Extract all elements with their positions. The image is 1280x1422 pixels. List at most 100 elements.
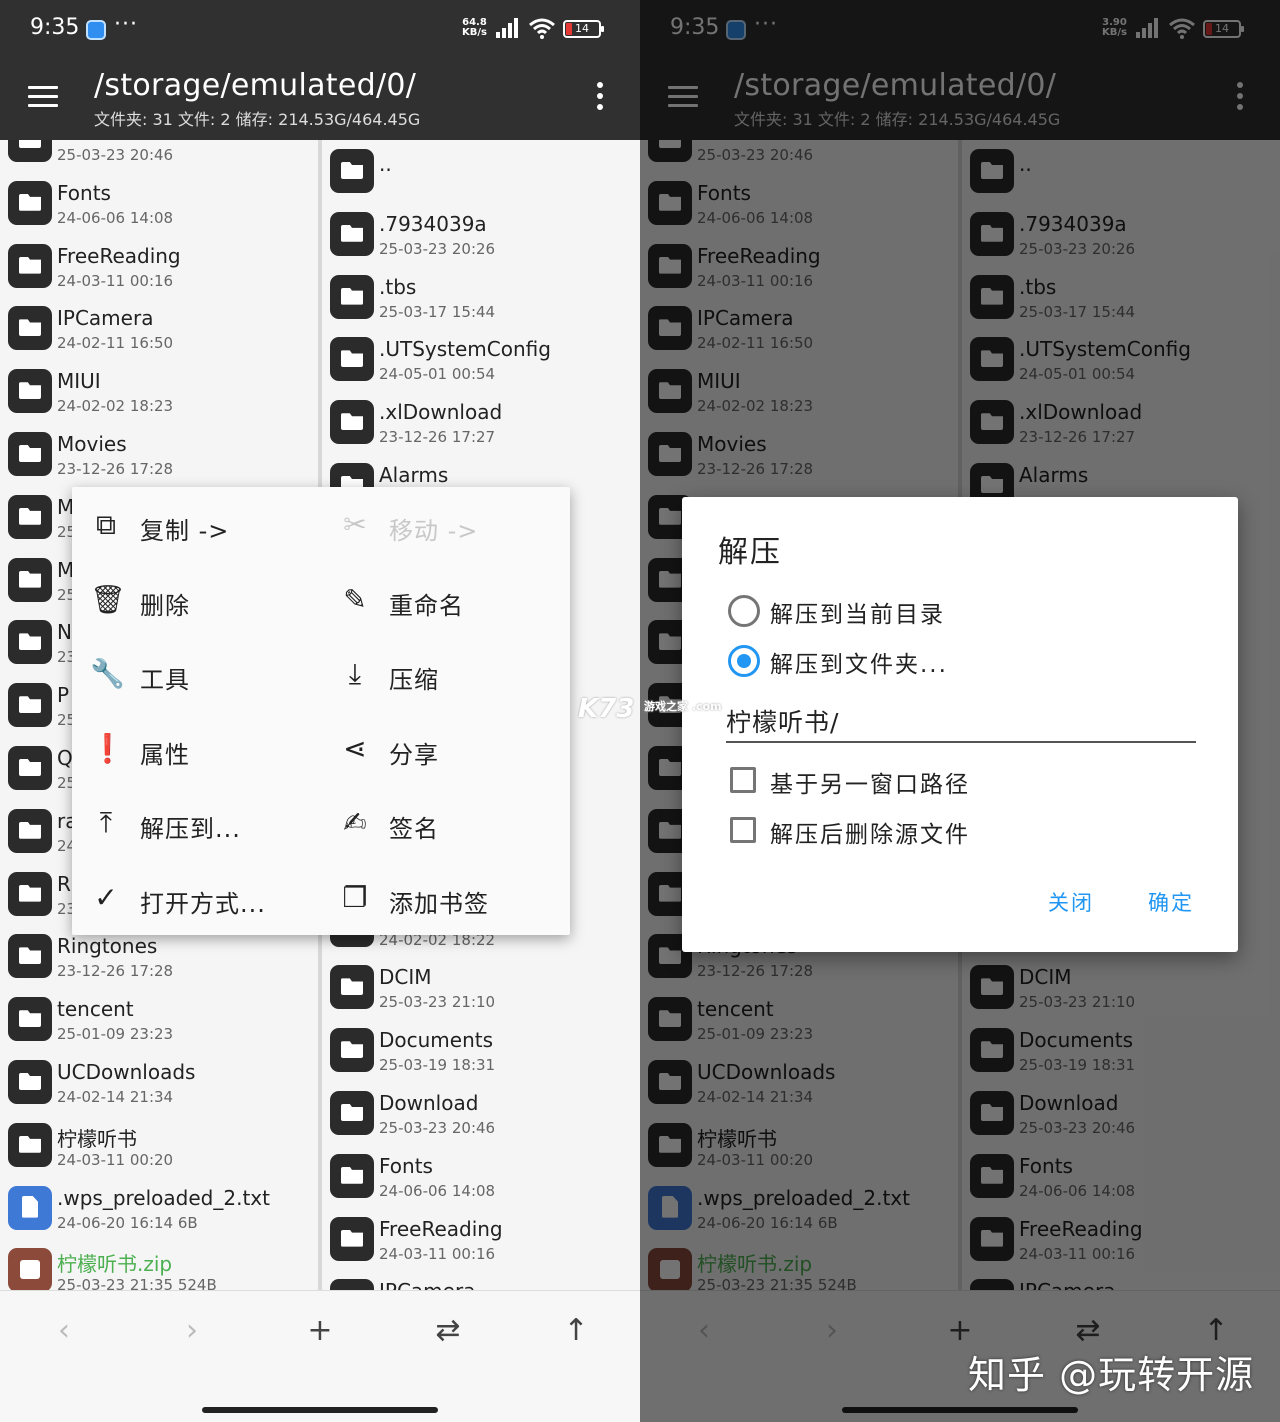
checkbox-option[interactable]: 解压后删除源文件 <box>728 811 1198 851</box>
network-speed-unit: KB/s <box>462 27 487 38</box>
menu-item-download[interactable]: ⤓ 压缩 <box>327 644 567 704</box>
file-name: Fonts <box>57 180 111 205</box>
forward-icon[interactable]: › <box>172 1313 212 1348</box>
folder-icon <box>8 871 52 916</box>
folder-icon <box>8 180 52 225</box>
file-row[interactable]: FreeReading 24-03-11 00:16 <box>322 1208 640 1270</box>
folder-icon <box>8 306 52 351</box>
file-row[interactable]: IPCamera <box>322 1270 640 1290</box>
file-row[interactable]: .tbs 25-03-17 15:44 <box>322 266 640 328</box>
menu-item-trash[interactable]: 🗑 删除 <box>78 570 318 630</box>
file-meta: 25-03-23 21:35 524B <box>57 1276 217 1290</box>
file-name: P <box>57 683 70 708</box>
file-row[interactable]: Fonts 24-06-06 14:08 <box>0 172 318 234</box>
file-row[interactable]: 25-03-23 20:46 <box>0 140 318 171</box>
more-options-icon[interactable] <box>597 82 607 112</box>
file-row[interactable]: .UTSystemConfig 24-05-01 00:54 <box>322 328 640 390</box>
file-row[interactable]: FreeReading 24-03-11 00:16 <box>0 235 318 297</box>
folder-icon <box>8 1122 52 1167</box>
radio-label: 解压到当前目录 <box>770 602 945 628</box>
signature-icon: ✍ <box>343 806 367 840</box>
folder-icon <box>330 965 374 1010</box>
close-button[interactable]: 关闭 <box>1048 887 1094 917</box>
share-icon: ⋖ <box>343 731 367 765</box>
status-bar: 9:35 ··· 64.8 KB/s 14 <box>0 0 640 58</box>
menu-item-upload[interactable]: ⤒ 解压到... <box>78 793 318 853</box>
up-icon[interactable]: ↑ <box>556 1313 596 1348</box>
ok-button[interactable]: 确定 <box>1148 887 1194 917</box>
folder-icon <box>8 683 52 728</box>
file-meta: 24-03-11 00:20 <box>57 1150 174 1169</box>
menu-item-label: 工具 <box>140 666 190 695</box>
menu-item-wrench[interactable]: 🔧 工具 <box>78 644 318 704</box>
wifi-icon <box>528 16 556 40</box>
checkbox-label: 基于另一窗口路径 <box>770 772 970 798</box>
file-row[interactable]: DCIM 25-03-23 21:10 <box>322 956 640 1018</box>
file-name: Alarms <box>379 463 449 487</box>
menu-item-bookmark[interactable]: ❐ 添加书签 <box>327 868 567 928</box>
radio-button[interactable] <box>728 645 760 677</box>
file-meta: 25-03-23 20:46 <box>379 1119 496 1137</box>
file-row[interactable]: tencent 25-01-09 23:23 <box>0 988 318 1050</box>
radio-option[interactable]: 解压到当前目录 <box>728 591 1198 631</box>
folder-icon <box>8 620 52 665</box>
copy-icon: ⧉ <box>96 508 116 541</box>
folder-icon <box>8 557 52 602</box>
folder-name-input[interactable]: 柠檬听书/ <box>726 693 1196 743</box>
folder-icon <box>8 432 52 476</box>
file-row[interactable]: .xlDownload 23-12-26 17:27 <box>322 391 640 453</box>
file-name: MIUI <box>57 369 101 394</box>
upload-icon: ⤒ <box>99 806 113 840</box>
file-meta: 24-06-06 14:08 <box>379 1181 496 1200</box>
menu-item-check[interactable]: ✓ 打开方式... <box>78 868 318 928</box>
file-row[interactable]: .. <box>322 140 640 202</box>
file-meta: 24-03-11 00:16 <box>379 1244 496 1263</box>
menu-item-scissors[interactable]: ✂ 移动 -> <box>327 495 567 555</box>
file-row[interactable]: Fonts 24-06-06 14:08 <box>322 1145 640 1207</box>
file-meta: 24-06-20 16:14 6B <box>57 1213 198 1232</box>
file-row[interactable]: .7934039a 25-03-23 20:26 <box>322 203 640 265</box>
checkbox-option[interactable]: 基于另一窗口路径 <box>728 761 1198 801</box>
checkbox[interactable] <box>730 767 756 793</box>
file-row[interactable]: .wps_preloaded_2.txt 24-06-20 16:14 6B <box>0 1177 318 1239</box>
file-name: .7934039a <box>379 211 487 236</box>
file-row[interactable]: 柠檬听书24-03-11 00:20 <box>0 1114 318 1176</box>
folder-icon <box>330 400 374 445</box>
menu-item-label: 属性 <box>140 740 190 769</box>
file-name: Download <box>379 1091 479 1115</box>
file-meta: 24-02-11 16:50 <box>57 334 174 353</box>
menu-icon[interactable] <box>28 86 58 108</box>
menu-item-info[interactable]: ❗ 属性 <box>78 719 318 779</box>
file-name: Ringtones <box>57 934 158 959</box>
app-badge-icon <box>86 20 106 40</box>
menu-item-share[interactable]: ⋖ 分享 <box>327 719 567 779</box>
radio-button[interactable] <box>728 595 760 627</box>
folder-icon <box>8 140 52 162</box>
network-speed: 64.8 KB/s <box>462 18 487 38</box>
folder-icon <box>8 243 52 288</box>
file-meta: 23-12-26 17:27 <box>379 428 496 447</box>
file-row[interactable]: 柠檬听书.zip25-03-23 21:35 524B <box>0 1239 318 1290</box>
more-notifications-icon: ··· <box>114 12 138 37</box>
file-row[interactable]: IPCamera 24-02-11 16:50 <box>0 297 318 359</box>
checkbox-label: 解压后删除源文件 <box>770 822 970 848</box>
file-row[interactable]: Movies 23-12-26 17:28 <box>0 423 318 485</box>
file-row[interactable]: Download 25-03-23 20:46 <box>322 1082 640 1144</box>
menu-item-copy[interactable]: ⧉ 复制 -> <box>78 495 318 555</box>
menu-item-signature[interactable]: ✍ 签名 <box>327 793 567 853</box>
file-name: DCIM <box>379 965 432 990</box>
info-icon: ❗ <box>90 731 125 765</box>
checkbox[interactable] <box>730 817 756 843</box>
file-row[interactable]: Documents 25-03-19 18:31 <box>322 1019 640 1081</box>
file-row[interactable]: MIUI 24-02-02 18:23 <box>0 360 318 422</box>
folder-icon <box>8 808 52 853</box>
swap-icon[interactable]: ⇄ <box>428 1313 468 1348</box>
menu-item-label: 分享 <box>389 740 439 769</box>
menu-item-pencil[interactable]: ✎ 重命名 <box>327 570 567 630</box>
add-icon[interactable]: + <box>300 1313 340 1348</box>
file-name: Documents <box>379 1028 494 1053</box>
file-row[interactable]: UCDownloads 24-02-14 21:34 <box>0 1051 318 1113</box>
back-icon[interactable]: ‹ <box>44 1313 84 1348</box>
radio-option[interactable]: 解压到文件夹... <box>728 641 1198 681</box>
file-meta: 25-03-23 21:10 <box>379 993 496 1012</box>
